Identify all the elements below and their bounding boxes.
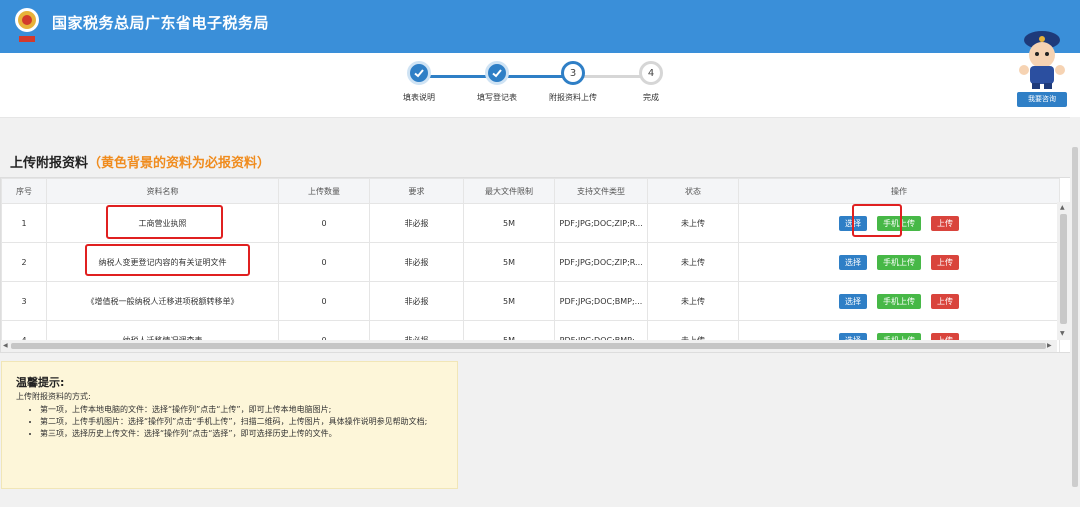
check-icon bbox=[407, 61, 431, 85]
cell-no: 3 bbox=[1, 281, 47, 321]
page-vertical-scrollbar[interactable] bbox=[1070, 117, 1080, 507]
upload-button[interactable]: 上传 bbox=[931, 254, 959, 270]
cell-status: 未上传 bbox=[647, 203, 739, 243]
tax-emblem-icon bbox=[15, 8, 39, 42]
cell-actions: 选择手机上传上传 bbox=[738, 242, 1060, 282]
tips-list: 第一项，上传本地电脑的文件：选择“操作列”点击“上传”，即可上传本地电脑图片; … bbox=[16, 404, 443, 440]
cell-requirement: 非必报 bbox=[369, 242, 464, 282]
col-header: 操作 bbox=[738, 178, 1060, 204]
cell-requirement: 非必报 bbox=[369, 203, 464, 243]
cell-max-size: 5M bbox=[463, 242, 555, 282]
cell-count: 0 bbox=[278, 281, 370, 321]
col-header: 最大文件限制 bbox=[463, 178, 555, 204]
scroll-up-icon[interactable]: ▲ bbox=[1060, 204, 1065, 211]
col-header: 支持文件类型 bbox=[554, 178, 648, 204]
cell-name: 工商营业执照 bbox=[46, 203, 279, 243]
scroll-left-icon[interactable]: ◀ bbox=[3, 342, 8, 349]
tip-item: 第三项，选择历史上传文件：选择“操作列”点击“选择”，即可选择历史上传的文件。 bbox=[40, 428, 443, 440]
select-button[interactable]: 选择 bbox=[839, 293, 867, 309]
col-header: 资料名称 bbox=[46, 178, 279, 204]
cell-actions: 选择手机上传上传 bbox=[738, 203, 1060, 243]
progress-steps: 填表说明 填写登记表 3 附报资料上传 4 完成 bbox=[0, 53, 1080, 118]
check-icon bbox=[485, 61, 509, 85]
cell-status: 未上传 bbox=[647, 281, 739, 321]
cell-max-size: 5M bbox=[463, 281, 555, 321]
col-header: 状态 bbox=[647, 178, 739, 204]
police-mascot-icon bbox=[1019, 31, 1065, 89]
tips-panel: 温馨提示: 上传附报资料的方式: 第一项，上传本地电脑的文件：选择“操作列”点击… bbox=[1, 361, 458, 489]
cell-status: 未上传 bbox=[647, 242, 739, 282]
cell-file-types: PDF;JPG;DOC;ZIP;R... bbox=[554, 203, 648, 243]
step-number: 4 bbox=[639, 61, 663, 85]
tips-title: 温馨提示: bbox=[16, 376, 65, 389]
section-note: （黄色背景的资料为必报资料） bbox=[88, 156, 271, 171]
scroll-right-icon[interactable]: ▶ bbox=[1047, 342, 1052, 349]
tip-item: 第二项，上传手机图片：选择“操作列”点击“手机上传”，扫描二维码，上传图片，具体… bbox=[40, 416, 443, 428]
section-title-text: 上传附报资料 bbox=[10, 156, 89, 171]
table-row: 3 《增值税一般纳税人迁移进项税额转移单》 0 非必报 5M PDF;JPG;D… bbox=[1, 281, 1060, 321]
scroll-down-icon[interactable]: ▼ bbox=[1060, 330, 1065, 337]
step-label: 附报资料上传 bbox=[549, 93, 597, 102]
cell-count: 0 bbox=[278, 203, 370, 243]
tips-subtitle: 上传附报资料的方式: bbox=[16, 392, 91, 401]
mobile-upload-button[interactable]: 手机上传 bbox=[877, 293, 921, 309]
cell-actions: 选择手机上传上传 bbox=[738, 281, 1060, 321]
table-horizontal-scrollbar[interactable]: ◀ ▶ bbox=[1, 340, 1057, 352]
select-button[interactable]: 选择 bbox=[839, 215, 867, 231]
table-row: 2 纳税人变更登记内容的有关证明文件 0 非必报 5M PDF;JPG;DOC;… bbox=[1, 242, 1060, 282]
cell-name: 《增值税一般纳税人迁移进项税额转移单》 bbox=[46, 281, 279, 321]
step-4: 4 完成 bbox=[611, 61, 691, 103]
scrollbar-thumb[interactable] bbox=[11, 343, 1046, 349]
step-label: 填表说明 bbox=[403, 93, 435, 102]
upload-button[interactable]: 上传 bbox=[931, 293, 959, 309]
top-header: 国家税务总局广东省电子税务局 bbox=[0, 0, 1080, 53]
col-header: 序号 bbox=[1, 178, 47, 204]
cell-requirement: 非必报 bbox=[369, 281, 464, 321]
section-title: 上传附报资料（黄色背景的资料为必报资料） bbox=[10, 152, 270, 171]
table-vertical-scrollbar[interactable]: ▲ ▼ bbox=[1057, 202, 1070, 340]
cell-no: 2 bbox=[1, 242, 47, 282]
select-button[interactable]: 选择 bbox=[839, 254, 867, 270]
cell-name: 纳税人变更登记内容的有关证明文件 bbox=[46, 242, 279, 282]
attachment-table: 序号 资料名称 上传数量 要求 最大文件限制 支持文件类型 状态 操作 1 工商… bbox=[0, 177, 1072, 353]
cell-file-types: PDF;JPG;DOC;ZIP;R... bbox=[554, 242, 648, 282]
step-number: 3 bbox=[561, 61, 585, 85]
table-row: 1 工商营业执照 0 非必报 5M PDF;JPG;DOC;ZIP;R... 未… bbox=[1, 203, 1060, 243]
cell-count: 0 bbox=[278, 242, 370, 282]
cell-no: 1 bbox=[1, 203, 47, 243]
consult-button[interactable]: 我要咨询 bbox=[1017, 92, 1067, 107]
step-3: 3 附报资料上传 bbox=[533, 61, 613, 103]
table-header: 序号 资料名称 上传数量 要求 最大文件限制 支持文件类型 状态 操作 bbox=[1, 178, 1060, 204]
col-header: 要求 bbox=[369, 178, 464, 204]
tip-item: 第一项，上传本地电脑的文件：选择“操作列”点击“上传”，即可上传本地电脑图片; bbox=[40, 404, 443, 416]
step-1: 填表说明 bbox=[379, 61, 459, 103]
step-label: 完成 bbox=[643, 93, 659, 102]
mobile-upload-button[interactable]: 手机上传 bbox=[877, 254, 921, 270]
cell-file-types: PDF;JPG;DOC;BMP;... bbox=[554, 281, 648, 321]
col-header: 上传数量 bbox=[278, 178, 370, 204]
step-label: 填写登记表 bbox=[477, 93, 517, 102]
upload-button[interactable]: 上传 bbox=[931, 215, 959, 231]
mobile-upload-button[interactable]: 手机上传 bbox=[877, 215, 921, 231]
cell-max-size: 5M bbox=[463, 203, 555, 243]
app-title: 国家税务总局广东省电子税务局 bbox=[52, 14, 270, 32]
scrollbar-thumb[interactable] bbox=[1060, 214, 1067, 324]
scrollbar-thumb[interactable] bbox=[1072, 147, 1078, 487]
step-2: 填写登记表 bbox=[457, 61, 537, 103]
